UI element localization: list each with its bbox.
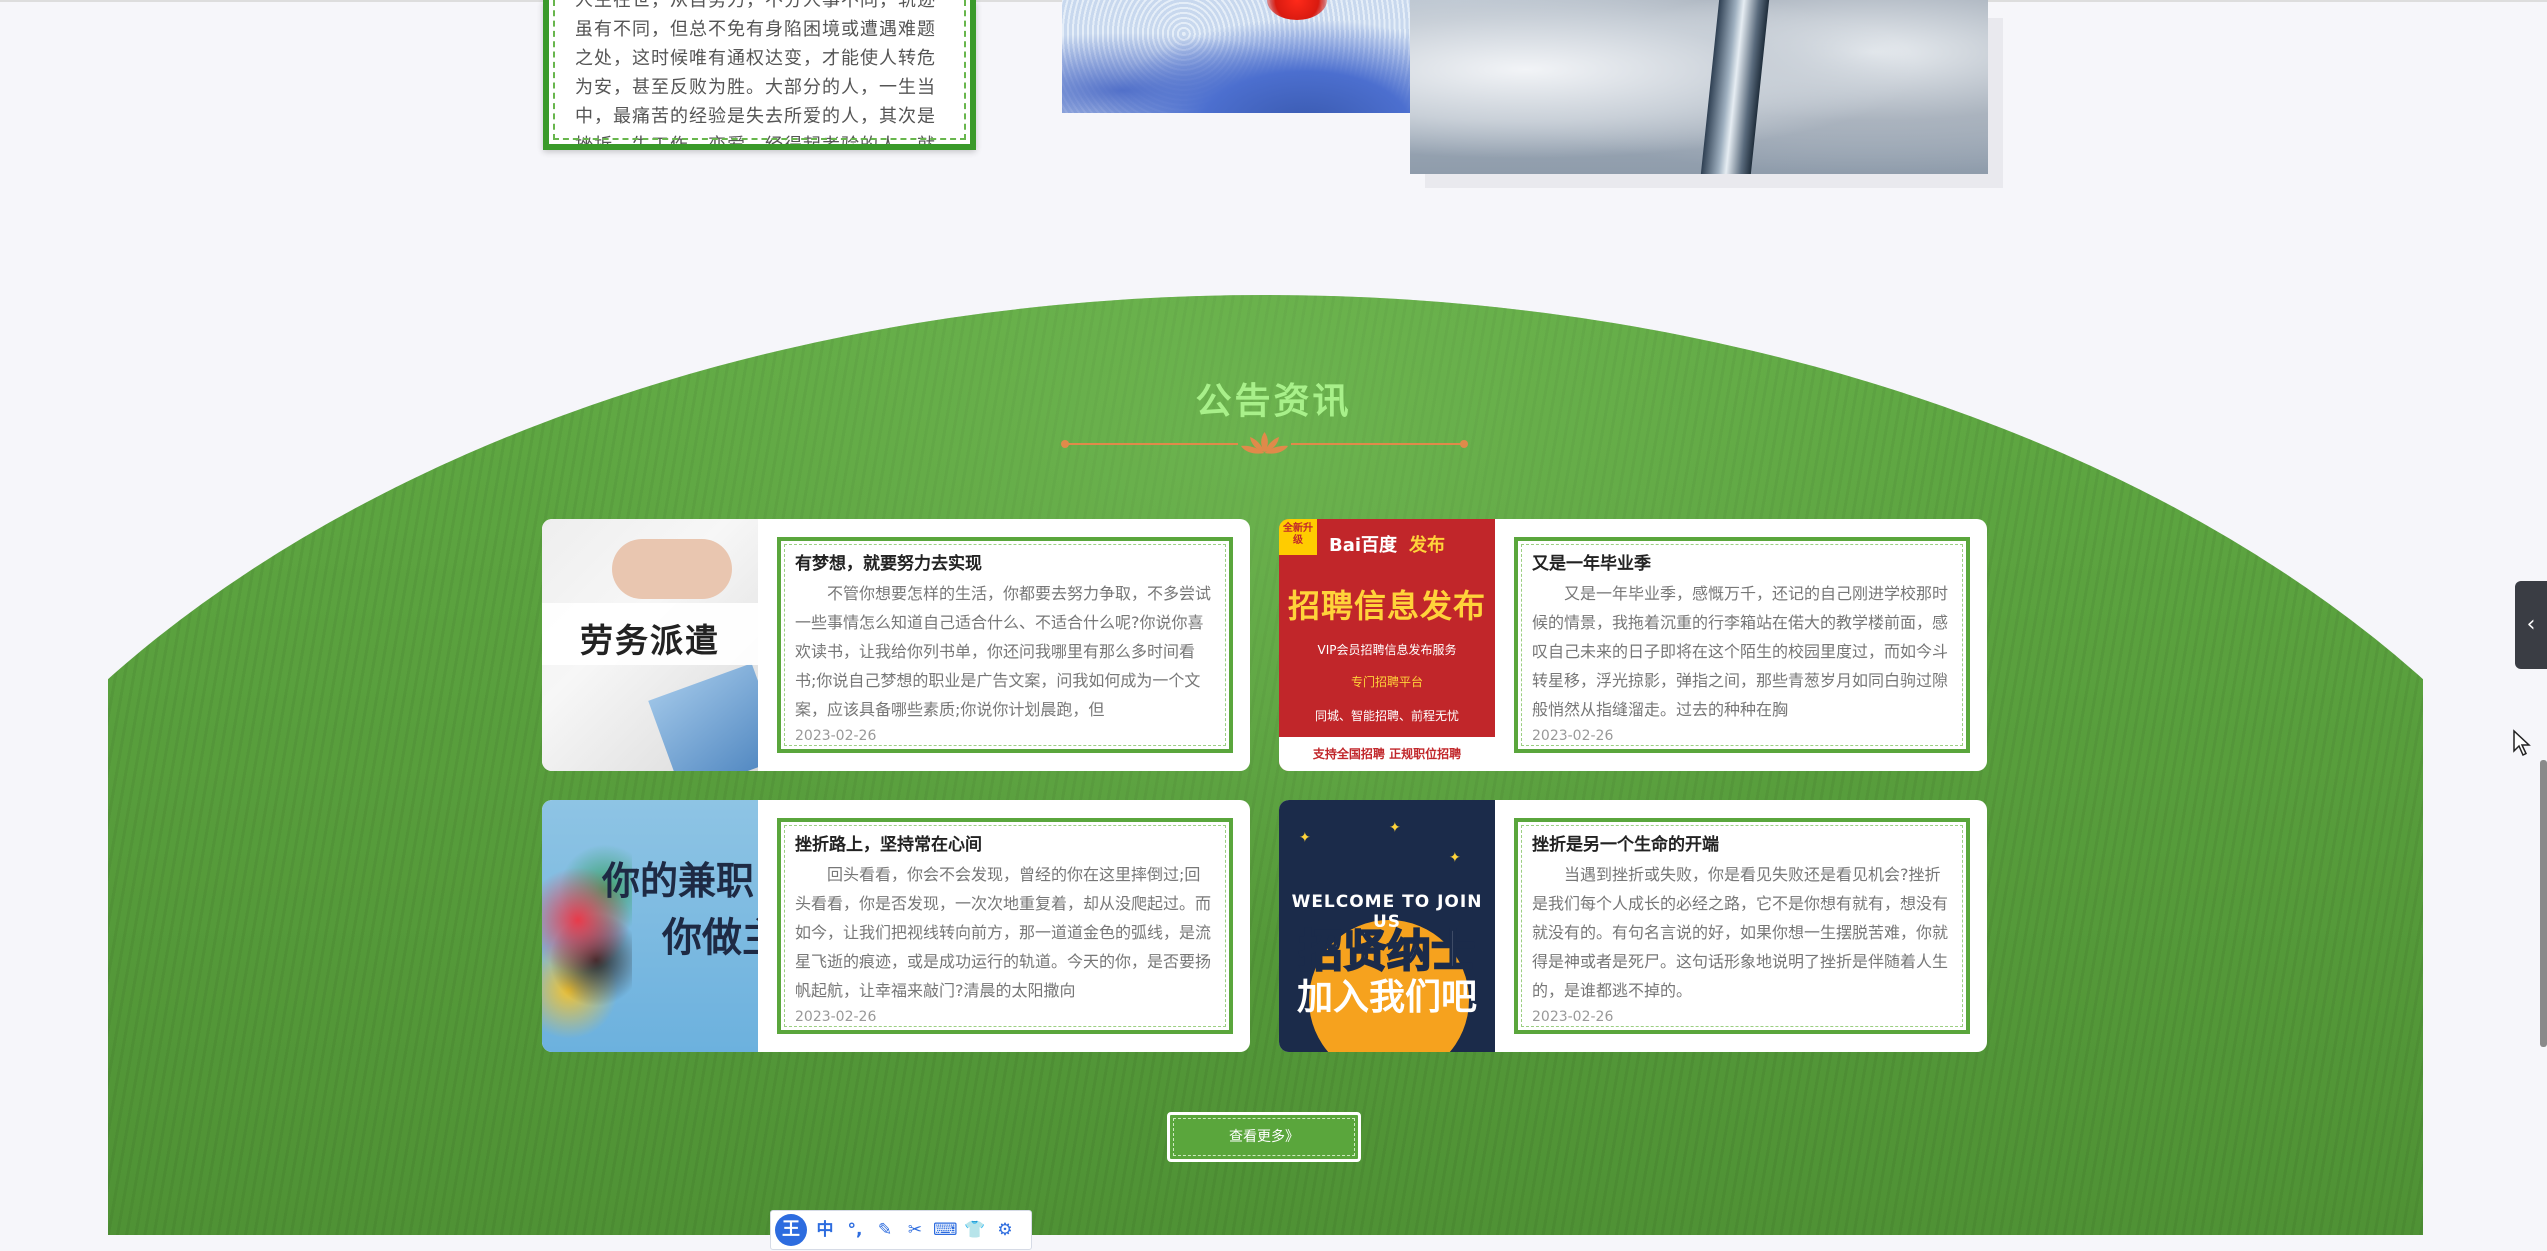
- thumb-line: 专门招聘平台: [1350, 675, 1423, 689]
- ime-settings-icon[interactable]: ⚙: [993, 1218, 1017, 1242]
- thumb-headline: 招聘信息发布: [1287, 587, 1486, 625]
- thumb-headline: 你的兼职: [602, 859, 755, 903]
- ornament-dot-right: [1460, 440, 1468, 448]
- section-title: 公告资讯: [1195, 381, 1352, 422]
- card-body: 挫折路上，坚持常在心间 回头看看，你会不会发现，曾经的你在这里摔倒过;回头看看，…: [777, 818, 1233, 1034]
- intro-text: 人生在世，从自努力，不分人事不同，轨迹虽有不同，但总不免有身陷困境或遭遇难题之处…: [575, 0, 936, 150]
- card-title[interactable]: 又是一年毕业季: [1532, 551, 1952, 577]
- ime-skin-icon[interactable]: 👕: [963, 1218, 987, 1242]
- thumb-logo-suffix: 发布: [1409, 535, 1445, 556]
- thumb-line: VIP会员招聘信息发布服务: [1317, 643, 1457, 657]
- thumb-bottom-bar: 支持全国招聘 正规职位招聘: [1279, 737, 1495, 771]
- card-title[interactable]: 有梦想，就要努力去实现: [795, 551, 1215, 577]
- card-thumbnail[interactable]: ✦ ✦ ✦ WELCOME TO JOIN US 招贤纳士 加入我们吧: [1279, 800, 1495, 1052]
- ime-handwriting-icon[interactable]: ✎: [873, 1218, 897, 1242]
- card-body: 又是一年毕业季 又是一年毕业季，感慨万千，还记的自己刚进学校那时候的情景，我拖着…: [1514, 537, 1970, 753]
- sky-photo: [1410, 0, 1988, 174]
- news-card[interactable]: 全新升级 Bai百度 发布 招聘信息发布 VIP会员招聘信息发布服务 专门招聘平…: [1279, 519, 1987, 771]
- card-excerpt: 当遇到挫折或失败，你是看见失败还是看见机会?挫折是我们每个人成长的必经之路，它不…: [1532, 865, 1949, 1000]
- card-excerpt: 又是一年毕业季，感慨万千，还记的自己刚进学校那时候的情景，我拖着沉重的行李箱站在…: [1532, 584, 1949, 719]
- card-title[interactable]: 挫折是另一个生命的开端: [1532, 832, 1952, 858]
- mouse-cursor-icon: [2513, 729, 2531, 757]
- news-card[interactable]: 你的兼职 你做主 挫折路上，坚持常在心间 回头看看，你会不会发现，曾经的你在这里…: [542, 800, 1250, 1052]
- pole-shape: [1700, 0, 1770, 174]
- thumb-subheadline: 你做主: [662, 915, 758, 961]
- ornament-line-left: [1063, 443, 1238, 445]
- ime-chinese-mode-button[interactable]: 中: [813, 1218, 837, 1242]
- card-thumbnail[interactable]: 劳务派遣: [542, 519, 758, 771]
- card-body: 挫折是另一个生命的开端 当遇到挫折或失败，你是看见失败还是看见机会?挫折是我们每…: [1514, 818, 1970, 1034]
- card-excerpt: 不管你想要怎样的生活，你都要去努力争取，不多尝试一些事情怎么知道自己适合什么、不…: [795, 584, 1212, 719]
- snow-photo: [1062, 0, 1468, 113]
- star-icon: ✦: [1389, 820, 1401, 836]
- news-card[interactable]: 劳务派遣 有梦想，就要努力去实现 不管你想要怎样的生活，你都要去努力争取，不多尝…: [542, 519, 1250, 771]
- card-thumbnail[interactable]: 你的兼职 你做主: [542, 800, 758, 1052]
- card-excerpt: 回头看看，你会不会发现，曾经的你在这里摔倒过;回头看看，你是否发现，一次次地重复…: [795, 865, 1212, 1000]
- ime-punctuation-button[interactable]: °,: [843, 1218, 867, 1242]
- thumb-tag: 全新升级: [1279, 519, 1317, 555]
- star-icon: ✦: [1449, 850, 1461, 866]
- thumb-paper-shape: [648, 663, 758, 771]
- news-card[interactable]: ✦ ✦ ✦ WELCOME TO JOIN US 招贤纳士 加入我们吧 挫折是另…: [1279, 800, 1987, 1052]
- lotus-icon: [1241, 432, 1288, 454]
- ornament-line-right: [1291, 443, 1466, 445]
- card-date: 2023-02-26: [795, 728, 877, 744]
- ime-toolbar: 王 中 °, ✎ ✂ ⌨ 👕 ⚙: [770, 1210, 1032, 1250]
- snow-texture: [1062, 0, 1468, 113]
- thumb-logo: Bai百度: [1329, 535, 1398, 556]
- ime-logo-icon[interactable]: 王: [775, 1214, 807, 1246]
- star-icon: ✦: [1299, 830, 1311, 846]
- view-more-button[interactable]: 查看更多》: [1167, 1112, 1361, 1162]
- ime-scissors-icon[interactable]: ✂: [903, 1218, 927, 1242]
- card-body: 有梦想，就要努力去实现 不管你想要怎样的生活，你都要去努力争取，不多尝试一些事情…: [777, 537, 1233, 753]
- card-date: 2023-02-26: [1532, 1009, 1614, 1025]
- intro-text-card: 人生在世，从自努力，不分人事不同，轨迹虽有不同，但总不免有身陷困境或遭遇难题之处…: [543, 0, 976, 150]
- ime-keyboard-icon[interactable]: ⌨: [933, 1218, 958, 1242]
- card-title[interactable]: 挫折路上，坚持常在心间: [795, 832, 1215, 858]
- thumb-caption: 劳务派遣: [580, 621, 720, 660]
- chevron-left-icon: ‹: [2526, 612, 2536, 637]
- title-ornament: [1061, 430, 1468, 458]
- page-bottom-bar: [0, 1235, 2547, 1251]
- card-date: 2023-02-26: [795, 1009, 877, 1025]
- card-date: 2023-02-26: [1532, 728, 1614, 744]
- thumb-line: 同城、智能招聘、前程无忧: [1314, 709, 1459, 723]
- scrollbar-thumb[interactable]: [2540, 760, 2547, 1047]
- thumb-subheadline: 加入我们吧: [1296, 977, 1477, 1018]
- side-panel-toggle[interactable]: ‹: [2515, 581, 2547, 669]
- thumb-hand-shape: [612, 539, 732, 599]
- card-thumbnail[interactable]: 全新升级 Bai百度 发布 招聘信息发布 VIP会员招聘信息发布服务 专门招聘平…: [1279, 519, 1495, 771]
